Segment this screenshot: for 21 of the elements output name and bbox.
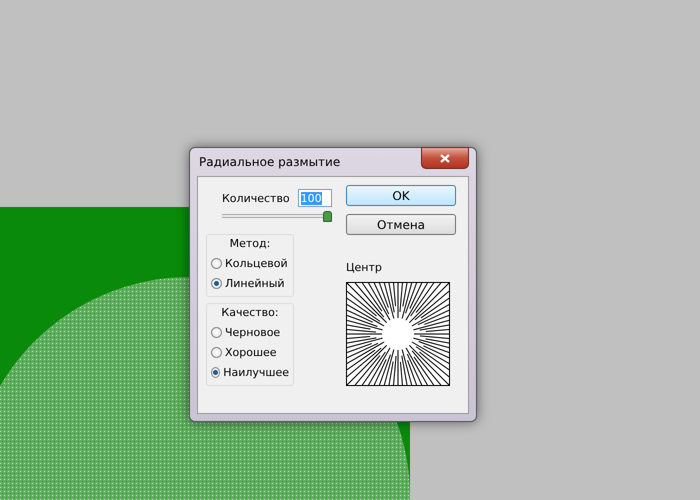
radio-option[interactable]: Наилучшее bbox=[211, 366, 289, 379]
radio-icon[interactable] bbox=[211, 258, 222, 269]
radio-icon[interactable] bbox=[211, 278, 222, 289]
radio-icon[interactable] bbox=[211, 347, 222, 358]
radio-option[interactable]: Кольцевой bbox=[211, 257, 289, 270]
radio-option[interactable]: Линейный bbox=[211, 277, 289, 290]
close-icon bbox=[440, 154, 450, 162]
group-title: Метод: bbox=[230, 237, 270, 250]
dialog-button[interactable]: OK bbox=[346, 185, 456, 206]
window-title: Радиальное размытие bbox=[198, 155, 340, 169]
close-button[interactable] bbox=[421, 147, 469, 169]
blur-center-preview[interactable] bbox=[346, 282, 450, 386]
slider-thumb[interactable] bbox=[323, 211, 332, 222]
group-title: Качество: bbox=[221, 306, 279, 319]
radio-icon[interactable] bbox=[211, 367, 220, 378]
center-label: Центр bbox=[346, 261, 383, 274]
radio-icon[interactable] bbox=[211, 327, 222, 338]
amount-label: Количество bbox=[222, 192, 290, 204]
radio-option[interactable]: Черновое bbox=[211, 326, 289, 339]
radio-option[interactable]: Хорошее bbox=[211, 346, 289, 359]
dialog-button[interactable]: Отмена bbox=[346, 214, 456, 235]
